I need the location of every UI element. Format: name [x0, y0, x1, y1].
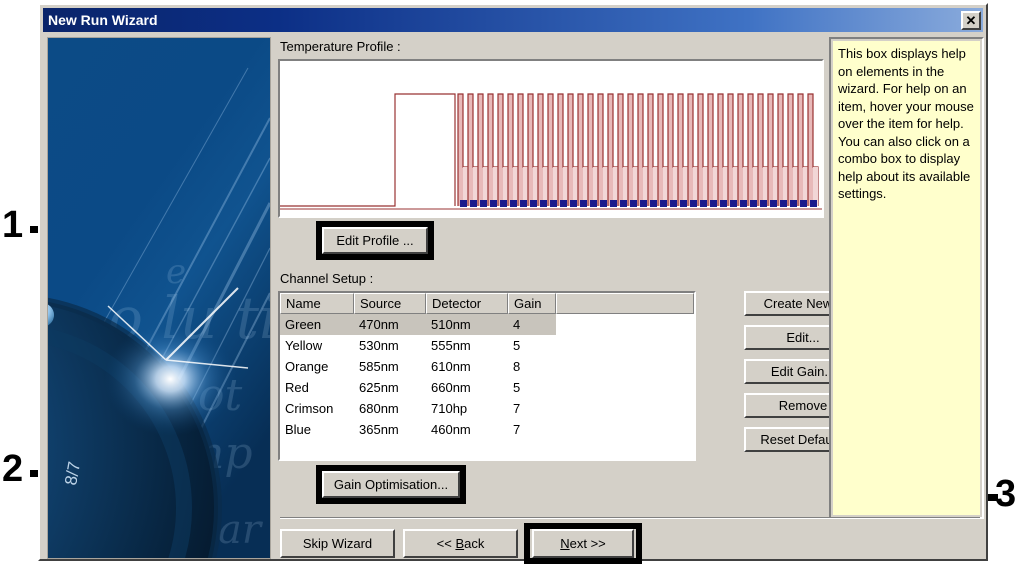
cell-gain: 5 [513, 380, 521, 395]
annotation-number-2: 2 [2, 448, 24, 490]
cell-gain: 4 [513, 317, 521, 332]
edit-profile-button[interactable]: Edit Profile ... [322, 227, 428, 254]
svg-text:ar: ar [218, 507, 264, 553]
table-row[interactable]: Blue 365nm 460nm 7 [280, 419, 694, 440]
bottom-separator [280, 517, 980, 519]
table-body: Green 470nm 510nm 4 Yellow 530nm 555nm 5… [280, 314, 694, 440]
skip-wizard-button[interactable]: Skip Wizard [280, 529, 395, 558]
back-button-label: << Back [436, 536, 485, 551]
window-title: New Run Wizard [48, 12, 158, 28]
temperature-profile-label: Temperature Profile : [280, 39, 401, 54]
annotation-number-3: 3 [995, 473, 1017, 515]
cell-source: 530nm [359, 338, 399, 353]
cell-gain: 5 [513, 338, 521, 353]
cell-source: 365nm [359, 422, 399, 437]
wizard-window: New Run Wizard ✕ np ar 8/7 Temperature P… [38, 3, 988, 564]
table-header-row: Name Source Detector Gain [280, 293, 694, 314]
cell-source: 680nm [359, 401, 399, 416]
gain-optimisation-button[interactable]: Gain Optimisation... [322, 471, 460, 498]
temperature-profile-chart[interactable] [278, 59, 824, 218]
title-bar: New Run Wizard ✕ [43, 8, 983, 32]
next-button-label: Next >> [560, 536, 606, 551]
table-row[interactable]: Red 625nm 660nm 5 [280, 377, 694, 398]
column-header-detector[interactable]: Detector [426, 293, 508, 314]
help-panel: This box displays help on elements in th… [829, 37, 984, 519]
cell-gain: 8 [513, 359, 521, 374]
table-row[interactable]: Green 470nm 510nm 4 [280, 314, 556, 335]
cell-source: 625nm [359, 380, 399, 395]
cell-name: Crimson [285, 401, 334, 416]
cell-source: 585nm [359, 359, 399, 374]
cell-detector: 555nm [431, 338, 471, 353]
svg-text:8/7: 8/7 [61, 460, 84, 487]
cell-detector: 710hp [431, 401, 468, 416]
cell-detector: 660nm [431, 380, 471, 395]
column-header-source[interactable]: Source [354, 293, 426, 314]
cell-gain: 7 [513, 422, 521, 437]
column-header-blank[interactable] [556, 293, 694, 314]
cell-detector: 610nm [431, 359, 471, 374]
cell-detector: 460nm [431, 422, 471, 437]
cell-gain: 7 [513, 401, 521, 416]
annotation-number-1: 1 [2, 204, 24, 246]
help-text: This box displays help on elements in th… [833, 41, 980, 515]
table-row[interactable]: Crimson 680nm 710hp 7 [280, 398, 694, 419]
cell-name: Red [285, 380, 309, 395]
cell-detector: 510nm [431, 317, 471, 332]
column-header-name[interactable]: Name [280, 293, 354, 314]
close-icon[interactable]: ✕ [961, 10, 981, 30]
table-row[interactable]: Yellow 530nm 555nm 5 [280, 335, 694, 356]
cell-source: 470nm [359, 317, 399, 332]
back-button[interactable]: << Back [403, 529, 518, 558]
cell-name: Orange [285, 359, 329, 374]
cell-name: Blue [285, 422, 312, 437]
wizard-banner-image: o lu tio ot np ar e [47, 37, 271, 559]
cell-name: Yellow [285, 338, 323, 353]
channel-setup-label: Channel Setup : [280, 271, 374, 286]
channel-setup-table[interactable]: Name Source Detector Gain Green 470nm 51… [278, 291, 696, 461]
column-header-gain[interactable]: Gain [508, 293, 556, 314]
next-button[interactable]: Next >> [532, 529, 634, 558]
cell-name: Green [285, 317, 322, 332]
table-row[interactable]: Orange 585nm 610nm 8 [280, 356, 694, 377]
